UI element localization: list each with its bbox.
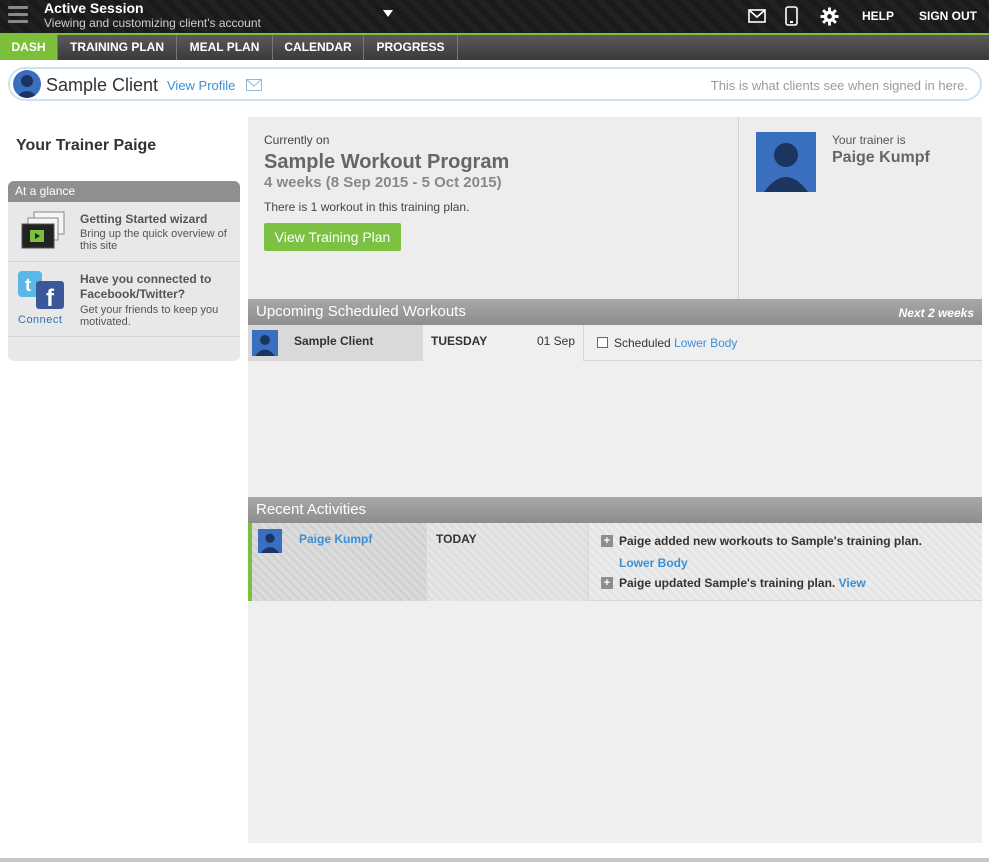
activity-when-cell: TODAY — [427, 523, 589, 601]
mobile-icon[interactable] — [785, 6, 798, 26]
program-title: Sample Workout Program — [264, 151, 510, 173]
program-dates: 4 weeks (8 Sep 2015 - 5 Oct 2015) — [264, 174, 502, 191]
expand-activity-icon[interactable]: + — [601, 577, 613, 589]
scheduled-checkbox[interactable] — [597, 337, 608, 348]
message-client-icon[interactable] — [246, 79, 262, 91]
trainer-card: Your trainer is Paige Kumpf — [740, 117, 982, 299]
client-bar: Sample Client View Profile This is what … — [8, 67, 982, 101]
mail-icon[interactable] — [748, 9, 766, 23]
help-link[interactable]: HELP — [862, 9, 894, 23]
footer-divider — [0, 858, 989, 862]
svg-text:f: f — [46, 285, 55, 311]
session-title: Active Session — [44, 0, 144, 16]
scheduled-status-line: Scheduled Lower Body — [614, 336, 737, 350]
at-a-glance-panel: At a glance Getting Started wizard Bring… — [8, 181, 240, 361]
trainer-heading: Your Trainer Paige — [16, 137, 157, 154]
facebook-twitter-icon[interactable]: t f — [18, 271, 68, 311]
getting-started-title[interactable]: Getting Started wizard — [80, 212, 207, 226]
tab-calendar[interactable]: CALENDAR — [273, 35, 364, 60]
tab-training-plan[interactable]: TRAINING PLAN — [58, 35, 177, 60]
program-workout-count: There is 1 workout in this training plan… — [264, 200, 470, 214]
social-connect-item: t f Connect Have you connected to Facebo… — [8, 262, 240, 337]
recent-activities-header: Recent Activities — [248, 497, 982, 523]
dashboard-main: Currently on Sample Workout Program 4 we… — [248, 117, 982, 843]
main-nav: DASH TRAINING PLAN MEAL PLAN CALENDAR PR… — [0, 35, 989, 60]
recent-activities-title: Recent Activities — [256, 501, 367, 518]
currently-on-label: Currently on — [264, 133, 330, 147]
tab-meal-plan[interactable]: MEAL PLAN — [177, 35, 273, 60]
svg-text:t: t — [25, 275, 31, 295]
tab-dash[interactable]: DASH — [0, 35, 58, 60]
getting-started-desc: Bring up the quick overview of this site — [80, 228, 227, 252]
trainer-avatar — [756, 132, 816, 192]
sign-out-link[interactable]: SIGN OUT — [919, 9, 977, 23]
scheduled-workout-row[interactable]: Sample Client TUESDAY 01 Sep Scheduled L… — [248, 325, 982, 361]
scheduled-status: Scheduled — [614, 336, 671, 350]
session-subtitle: Viewing and customizing client's account — [44, 16, 261, 30]
scheduled-client-cell: Sample Client — [248, 325, 423, 361]
client-avatar[interactable] — [13, 70, 41, 98]
view-training-plan-button[interactable]: View Training Plan — [264, 223, 401, 251]
current-program-card: Currently on Sample Workout Program 4 we… — [248, 117, 739, 299]
connect-link[interactable]: Connect — [18, 314, 62, 326]
view-profile-link[interactable]: View Profile — [167, 78, 235, 93]
activity-person-avatar — [258, 529, 282, 553]
social-connect-desc: Get your friends to keep you motivated. — [80, 304, 219, 328]
activity-person-cell: Paige Kumpf — [252, 523, 427, 601]
activity-view-link[interactable]: View — [839, 576, 866, 590]
video-wizard-icon — [21, 211, 65, 249]
activity-row: Paige Kumpf TODAY + Paige added new work… — [248, 523, 982, 601]
scheduled-date-cell: TUESDAY 01 Sep — [423, 325, 584, 361]
upcoming-workouts-header: Upcoming Scheduled Workouts Next 2 weeks — [248, 299, 982, 325]
client-view-note: This is what clients see when signed in … — [710, 78, 968, 93]
top-bar: Active Session Viewing and customizing c… — [0, 0, 989, 33]
scheduled-day: TUESDAY — [431, 334, 488, 348]
menu-icon[interactable] — [8, 6, 28, 26]
tab-progress[interactable]: PROGRESS — [364, 35, 458, 60]
upcoming-range: Next 2 weeks — [898, 306, 974, 320]
client-name: Sample Client — [46, 75, 159, 95]
gear-icon[interactable] — [820, 7, 839, 26]
expand-activity-icon[interactable]: + — [601, 535, 613, 547]
scheduled-workout-link[interactable]: Lower Body — [674, 336, 737, 350]
trainer-name: Paige Kumpf — [832, 149, 930, 166]
getting-started-item[interactable]: Getting Started wizard Bring up the quic… — [8, 202, 240, 262]
scheduled-date: 01 Sep — [536, 334, 575, 348]
scheduled-client-name: Sample Client — [294, 334, 374, 348]
activity-line-2-text: Paige updated Sample's training plan. — [619, 576, 836, 590]
activity-lower-body-link[interactable]: Lower Body — [619, 556, 688, 570]
session-dropdown-icon[interactable] — [383, 10, 393, 17]
activity-when: TODAY — [436, 532, 477, 546]
activity-person-link[interactable]: Paige Kumpf — [299, 532, 372, 546]
your-trainer-label: Your trainer is — [832, 133, 906, 147]
at-a-glance-header: At a glance — [8, 181, 240, 202]
social-connect-title: Have you connected to Facebook/Twitter? — [80, 272, 212, 301]
scheduled-client-avatar — [252, 330, 278, 356]
activity-line-2: Paige updated Sample's training plan. Vi… — [619, 576, 866, 590]
upcoming-workouts-title: Upcoming Scheduled Workouts — [256, 303, 466, 320]
activity-line-1: Paige added new workouts to Sample's tra… — [619, 534, 922, 548]
